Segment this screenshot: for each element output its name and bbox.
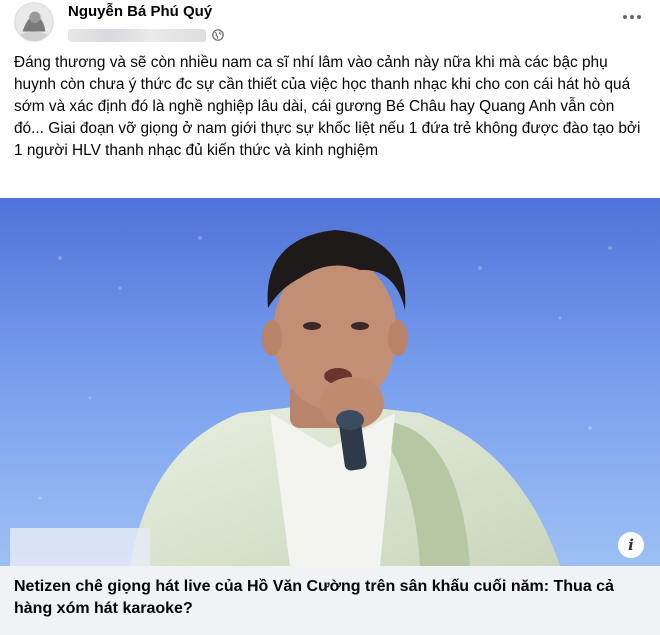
post-header: Nguyễn Bá Phú Quý: [0, 0, 660, 50]
info-icon[interactable]: i: [618, 532, 644, 558]
post-meta: [68, 27, 224, 43]
singer-image: [0, 198, 660, 566]
blurred-timestamp: [68, 28, 206, 42]
post-text: Đáng thương và sẽ còn nhiều nam ca sĩ nh…: [14, 54, 641, 159]
more-options-icon[interactable]: [618, 6, 646, 28]
author-avatar[interactable]: [14, 2, 54, 42]
link-preview[interactable]: Netizen chê giọng hát live của Hồ Văn Cư…: [0, 566, 660, 635]
author-name[interactable]: Nguyễn Bá Phú Quý: [68, 3, 212, 20]
globe-icon: [212, 29, 224, 41]
link-title[interactable]: Netizen chê giọng hát live của Hồ Văn Cư…: [14, 576, 644, 620]
blurred-watermark: [10, 528, 150, 566]
video-thumbnail[interactable]: i: [0, 198, 660, 566]
